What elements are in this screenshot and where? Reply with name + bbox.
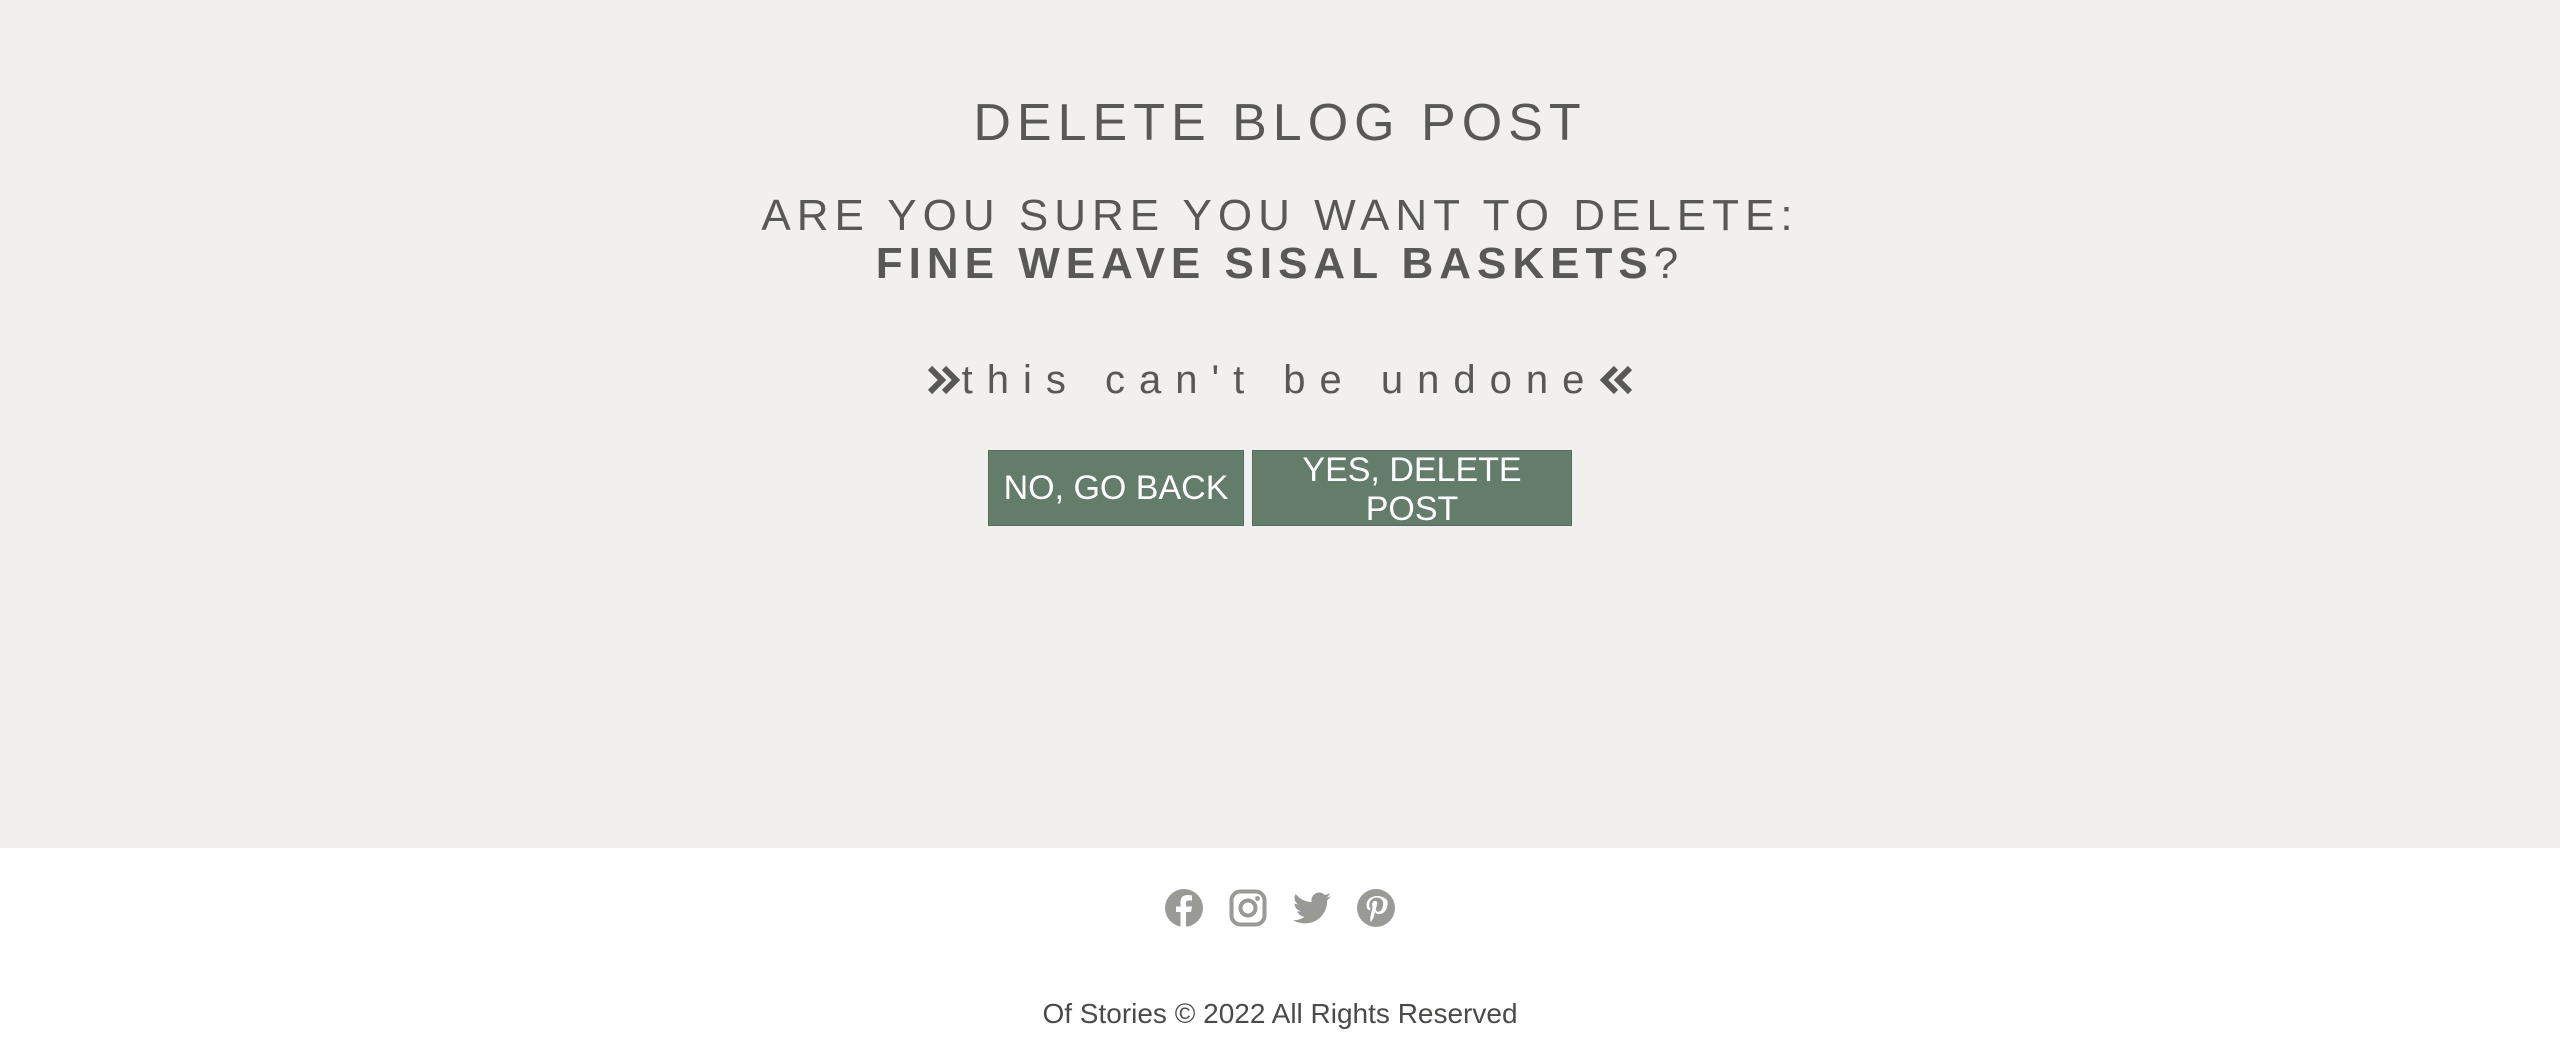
delete-post-button[interactable]: YES, DELETE POST <box>1252 450 1572 528</box>
twitter-icon[interactable] <box>1292 888 1332 928</box>
double-chevron-right-icon <box>927 365 962 395</box>
question-mark: ? <box>1653 239 1685 288</box>
pinterest-icon[interactable] <box>1356 888 1396 928</box>
main-content: DELETE BLOG POST ARE YOU SURE YOU WANT T… <box>0 0 2560 848</box>
question-prefix: ARE YOU SURE YOU WANT TO DELETE: <box>761 191 1799 240</box>
footer: Of Stories © 2022 All Rights Reserved <box>0 848 2560 1064</box>
go-back-button[interactable]: NO, GO BACK <box>988 450 1244 526</box>
facebook-icon[interactable] <box>1164 888 1204 928</box>
warning-text: this can't be undone <box>961 358 1599 402</box>
double-chevron-left-icon <box>1598 365 1633 395</box>
post-title: FINE WEAVE SISAL BASKETS <box>875 239 1654 288</box>
social-links <box>0 888 2560 928</box>
warning-message: this can't be undone <box>0 354 2560 406</box>
instagram-icon[interactable] <box>1228 888 1268 928</box>
page-title: DELETE BLOG POST <box>973 94 1587 152</box>
confirm-question: ARE YOU SURE YOU WANT TO DELETE: FINE WE… <box>0 192 2560 288</box>
action-buttons: NO, GO BACK YES, DELETE POST <box>0 450 2560 528</box>
copyright-text: Of Stories © 2022 All Rights Reserved <box>1042 998 1518 1029</box>
